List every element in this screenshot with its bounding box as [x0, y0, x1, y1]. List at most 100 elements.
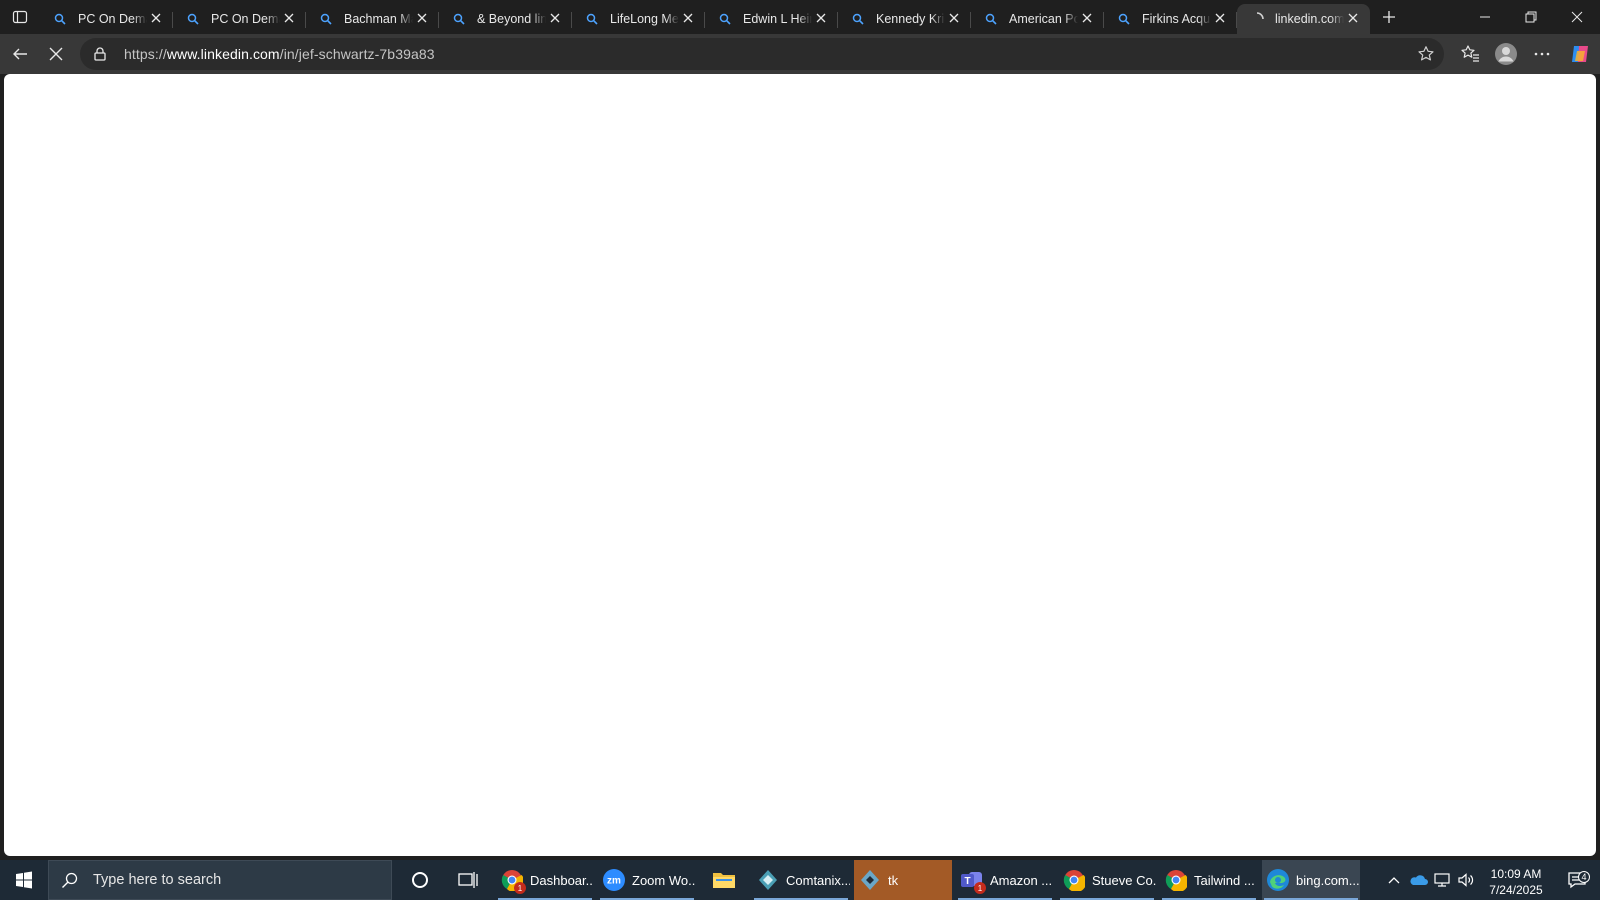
close-icon	[1571, 11, 1583, 23]
search-icon	[185, 11, 201, 27]
python-tk-icon	[858, 868, 882, 892]
close-tab-button[interactable]	[147, 10, 165, 28]
tab[interactable]: LifeLong Med	[572, 4, 705, 34]
site-info-button[interactable]	[90, 44, 110, 64]
more-menu-button[interactable]	[1524, 36, 1560, 72]
taskbar-app-edge[interactable]: bing.com...	[1262, 860, 1360, 900]
close-tab-button[interactable]	[546, 10, 564, 28]
favorites-button[interactable]	[1452, 36, 1488, 72]
search-placeholder: Type here to search	[93, 872, 222, 888]
taskbar-app-comtanix[interactable]: Comtanix...	[752, 860, 850, 900]
taskbar-app-chrome[interactable]: Tailwind ...	[1160, 860, 1258, 900]
tab[interactable]: PC On Demand	[173, 4, 306, 34]
close-icon	[550, 12, 560, 26]
tab-strip: PC On Demand PC On Demand Bachman Mac & Bey…	[0, 0, 1600, 34]
start-button[interactable]	[0, 860, 48, 900]
tab[interactable]: Edwin L Heim	[705, 4, 838, 34]
back-button[interactable]	[2, 36, 38, 72]
close-tab-button[interactable]	[945, 10, 963, 28]
tab[interactable]: Bachman Mac	[306, 4, 439, 34]
close-icon	[417, 12, 427, 26]
close-icon	[284, 12, 294, 26]
tab-title: Edwin L Heim	[743, 12, 812, 26]
close-tab-button[interactable]	[679, 10, 697, 28]
show-hidden-icons-button[interactable]	[1382, 860, 1406, 900]
tab[interactable]: American Por	[971, 4, 1104, 34]
cortana-button[interactable]	[396, 860, 444, 900]
taskbar-app-python-tk[interactable]: tk	[854, 860, 952, 900]
taskbar-app-label: Dashboar...	[530, 872, 594, 888]
taskbar-app-chrome[interactable]: Stueve Co...	[1058, 860, 1156, 900]
svg-text:zm: zm	[607, 876, 621, 887]
stop-icon	[49, 47, 63, 61]
tab[interactable]: PC On Demand	[40, 4, 173, 34]
clock-time: 10:09 AM	[1490, 867, 1542, 881]
browser-toolbar: https://www.linkedin.com/in/jef-schwartz…	[0, 34, 1600, 74]
chevron-up-icon	[1388, 877, 1400, 884]
search-icon	[451, 11, 467, 27]
arrow-left-icon	[13, 48, 27, 60]
search-icon	[1116, 11, 1132, 27]
clock-date: 7/24/2025	[1489, 883, 1543, 897]
clock[interactable]: 10:09 AM 7/24/2025	[1478, 862, 1554, 898]
taskbar-app-zoom[interactable]: zm Zoom Wo...	[598, 860, 696, 900]
close-icon	[151, 12, 161, 26]
taskbar-app-label: tk	[888, 872, 899, 888]
comtanix-icon	[756, 868, 780, 892]
file-explorer-icon	[712, 868, 736, 892]
loading-icon	[1249, 11, 1265, 27]
close-tab-button[interactable]	[1211, 10, 1229, 28]
taskbar-app-teams[interactable]: T 1 Amazon ...	[956, 860, 1054, 900]
tab-title: PC On Demand	[78, 12, 147, 26]
taskbar-app-label: Zoom Wo...	[632, 872, 696, 888]
tab-active[interactable]: linkedin.com/	[1237, 4, 1370, 34]
new-tab-button[interactable]	[1372, 2, 1406, 32]
close-tab-button[interactable]	[812, 10, 830, 28]
close-tab-button[interactable]	[280, 10, 298, 28]
onedrive-button[interactable]	[1406, 860, 1430, 900]
tab[interactable]: Kennedy Krie	[838, 4, 971, 34]
tab-actions-button[interactable]	[0, 0, 40, 34]
task-view-button[interactable]	[444, 860, 492, 900]
tab-title: Kennedy Krie	[876, 12, 945, 26]
copilot-icon	[1572, 46, 1588, 62]
profile-button[interactable]	[1488, 36, 1524, 72]
taskbar-app-file-explorer[interactable]	[700, 860, 748, 900]
tab-title: Firkins Acquis	[1142, 12, 1211, 26]
close-icon	[1348, 12, 1358, 26]
add-favorite-button[interactable]	[1416, 44, 1436, 64]
restore-button[interactable]	[1508, 0, 1554, 34]
tab-title: PC On Demand	[211, 12, 280, 26]
close-tab-button[interactable]	[1344, 10, 1362, 28]
close-icon	[683, 12, 693, 26]
search-icon	[62, 872, 78, 888]
taskbar-search[interactable]: Type here to search	[48, 860, 392, 900]
action-center-button[interactable]: 4	[1554, 871, 1600, 889]
tab-actions-icon	[12, 10, 28, 24]
volume-button[interactable]	[1454, 860, 1478, 900]
close-tab-button[interactable]	[1078, 10, 1096, 28]
chrome-icon	[1062, 868, 1086, 892]
taskbar-app-chrome[interactable]: 1 Dashboar...	[496, 860, 594, 900]
address-bar[interactable]: https://www.linkedin.com/in/jef-schwartz…	[80, 38, 1444, 70]
taskbar-app-label: Amazon ...	[990, 872, 1053, 888]
taskbar-app-label: Tailwind ...	[1194, 872, 1255, 888]
page-viewport[interactable]	[4, 74, 1596, 856]
tab[interactable]: Firkins Acquis	[1104, 4, 1237, 34]
notification-count: 4	[1578, 871, 1590, 883]
close-icon	[816, 12, 826, 26]
tab[interactable]: & Beyond link	[439, 4, 572, 34]
copilot-button[interactable]	[1560, 36, 1600, 72]
url-text[interactable]: https://www.linkedin.com/in/jef-schwartz…	[124, 46, 435, 62]
taskbar-app-label: bing.com...	[1296, 872, 1360, 888]
app-badge: 1	[974, 882, 986, 894]
network-button[interactable]	[1430, 860, 1454, 900]
stop-loading-button[interactable]	[38, 36, 74, 72]
url-path: /in/jef-schwartz-7b39a83	[279, 46, 435, 62]
close-tab-button[interactable]	[413, 10, 431, 28]
close-window-button[interactable]	[1554, 0, 1600, 34]
minimize-button[interactable]	[1462, 0, 1508, 34]
tab-title: linkedin.com/	[1275, 12, 1344, 26]
chrome-icon: 1	[500, 868, 526, 894]
zoom-icon: zm	[602, 868, 626, 892]
